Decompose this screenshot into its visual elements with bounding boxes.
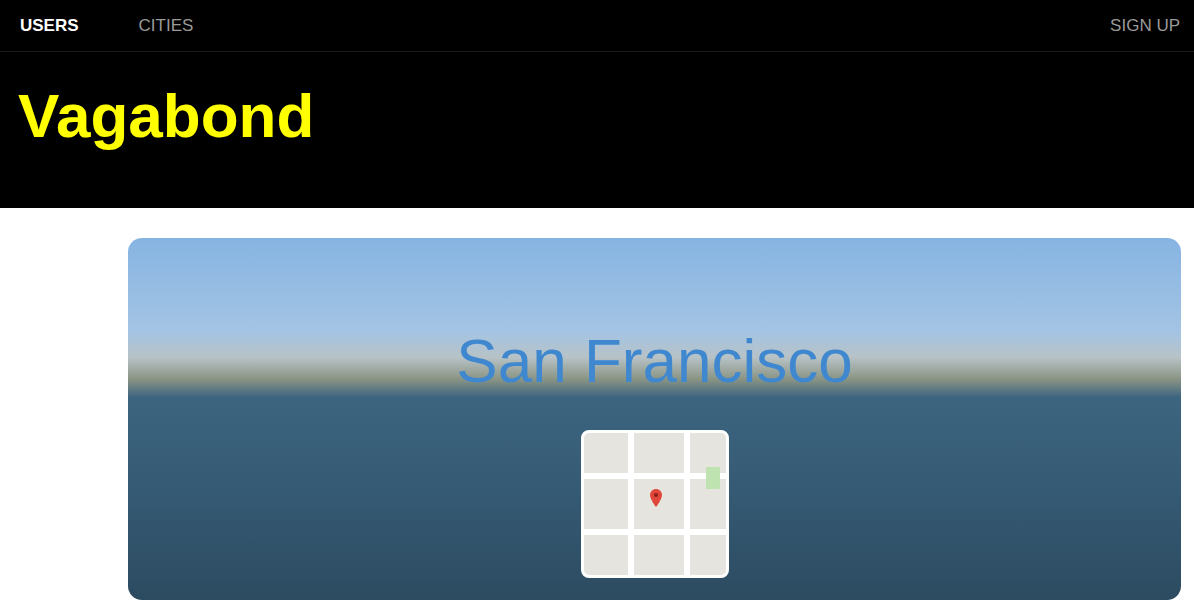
- top-nav: USERS CITIES SIGN UP: [0, 0, 1194, 52]
- brand-title: Vagabond: [18, 78, 314, 154]
- nav-links: USERS CITIES: [20, 13, 193, 39]
- page-header: Vagabond: [0, 52, 1194, 208]
- map-street: [584, 529, 726, 535]
- main-content: San Francisco: [0, 208, 1194, 614]
- sign-up-link[interactable]: SIGN UP: [1110, 13, 1180, 39]
- app: USERS CITIES SIGN UP Vagabond San Francisco: [0, 0, 1194, 614]
- nav-link[interactable]: CITIES: [139, 13, 194, 39]
- map-street: [628, 433, 634, 575]
- city-name: San Francisco: [456, 326, 852, 396]
- city-map[interactable]: [581, 430, 729, 578]
- city-card[interactable]: San Francisco: [128, 238, 1181, 600]
- map-park: [706, 467, 720, 489]
- map-street: [584, 473, 726, 479]
- nav-link[interactable]: USERS: [20, 13, 79, 39]
- map-street: [684, 433, 690, 575]
- map-pin-icon: [650, 489, 662, 507]
